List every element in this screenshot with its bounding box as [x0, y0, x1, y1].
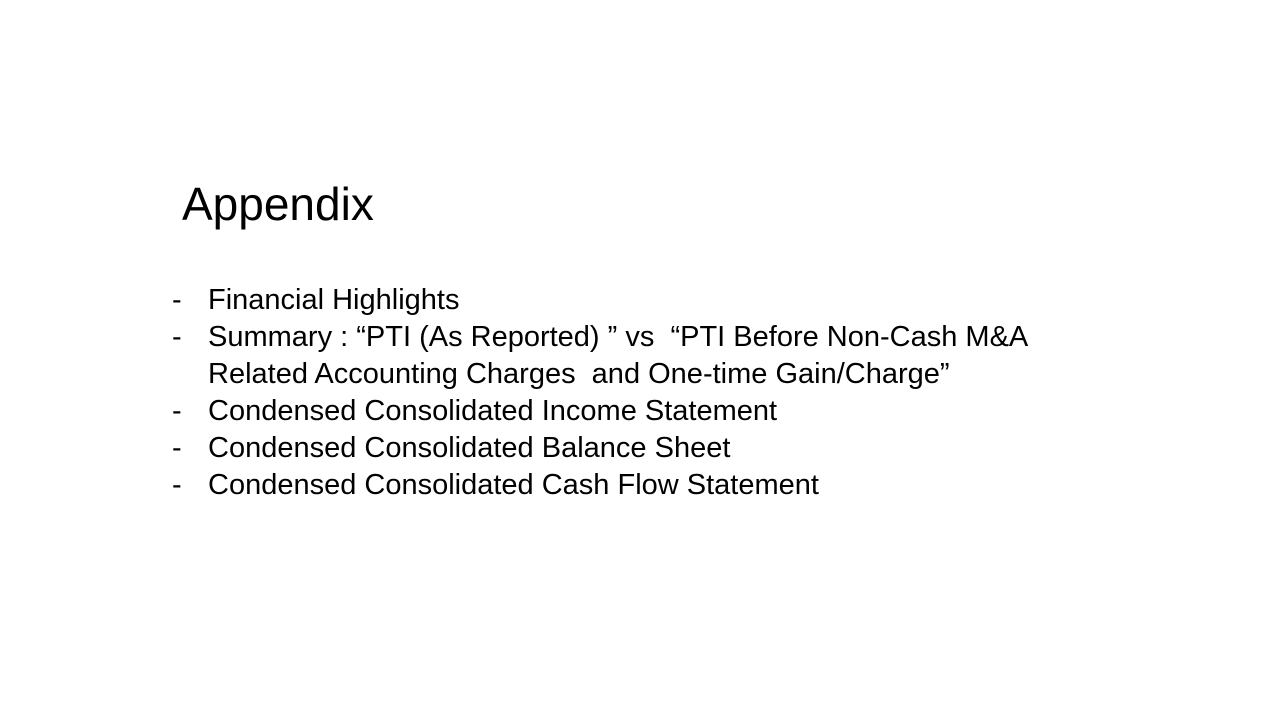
bullet-dash-icon: -	[172, 395, 182, 427]
list-item: - Financial Highlights	[172, 282, 1172, 319]
list-item-label: Financial Highlights	[208, 284, 460, 316]
bullet-dash-icon: -	[172, 321, 182, 353]
list-item: - Condensed Consolidated Balance Sheet	[172, 430, 1172, 467]
list-item: - Summary : “PTI (As Reported) ” vs “PTI…	[172, 319, 1172, 393]
bullet-dash-icon: -	[172, 432, 182, 464]
appendix-contents-list: - Financial Highlights - Summary : “PTI …	[172, 282, 1172, 504]
slide-canvas: Appendix - Financial Highlights - Summar…	[0, 0, 1280, 720]
list-item-label-line-1: Summary : “PTI (As Reported) ” vs “PTI B…	[208, 321, 1029, 353]
list-item-label: Summary : “PTI (As Reported) ” vs “PTI B…	[208, 319, 1172, 393]
slide-footer: Lenovo 2018 Lenovo Internal. All rights …	[0, 676, 1280, 702]
bullet-dash-icon: -	[172, 469, 182, 501]
list-item: - Condensed Consolidated Income Statemen…	[172, 393, 1172, 430]
list-item: - Condensed Consolidated Cash Flow State…	[172, 467, 1172, 504]
list-item-label: Condensed Consolidated Income Statement	[208, 395, 778, 427]
list-item-label: Condensed Consolidated Cash Flow Stateme…	[208, 469, 819, 501]
list-item-label-line-2: Related Accounting Charges and One-time …	[208, 358, 950, 390]
page-title: Appendix	[182, 178, 374, 230]
bullet-dash-icon: -	[172, 284, 182, 316]
list-item-label: Condensed Consolidated Balance Sheet	[208, 432, 731, 464]
